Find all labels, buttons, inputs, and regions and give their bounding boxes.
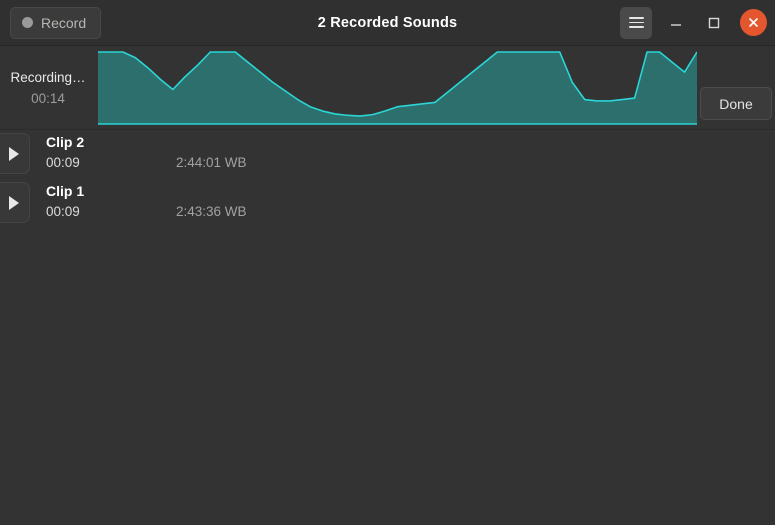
clip-duration: 00:09 [46, 155, 80, 170]
clip-name: Clip 2 [46, 134, 85, 150]
done-button-area: Done [697, 46, 775, 129]
clip-meta: 00:09 2:43:36 WB [46, 204, 775, 222]
waveform-fill [98, 52, 697, 124]
play-icon [8, 195, 19, 210]
waveform-visualizer [98, 46, 697, 129]
done-button[interactable]: Done [700, 87, 772, 120]
clip-list[interactable]: Clip 2 00:09 2:44:01 WB Clip 1 00:09 2:43:36 … [0, 130, 775, 525]
clip-details: Clip 1 00:09 2:43:36 WB [30, 179, 775, 222]
clip-timestamp: 2:43:36 WB [176, 204, 247, 219]
maximize-icon [708, 17, 720, 28]
clip-row[interactable]: Clip 2 00:09 2:44:01 WB [0, 130, 775, 179]
window-controls [620, 6, 767, 39]
play-icon [8, 146, 19, 161]
record-button[interactable]: Record [10, 6, 102, 39]
clip-duration: 00:09 [46, 204, 80, 219]
recording-info: Recording… 00:14 [0, 46, 98, 129]
recording-panel: Recording… 00:14 Done [0, 46, 775, 130]
clip-meta: 00:09 2:44:01 WB [46, 155, 775, 173]
sound-recorder-window: Record 2 Recorded Sounds Recording… 00:1… [0, 0, 775, 525]
close-icon [749, 18, 758, 27]
recording-status-label: Recording… [10, 69, 86, 85]
minimize-icon [671, 23, 681, 26]
waveform-chart [98, 51, 697, 125]
clip-details: Clip 2 00:09 2:44:01 WB [30, 130, 775, 173]
play-button[interactable] [0, 182, 30, 223]
close-button[interactable] [740, 9, 767, 36]
play-button[interactable] [0, 133, 30, 174]
record-dot-icon [22, 17, 33, 28]
maximize-button[interactable] [700, 9, 728, 37]
recording-timer: 00:14 [31, 90, 65, 106]
clip-timestamp: 2:44:01 WB [176, 155, 247, 170]
minimize-button[interactable] [662, 9, 690, 37]
hamburger-icon [628, 14, 644, 31]
title-bar: Record 2 Recorded Sounds [0, 0, 775, 46]
clip-name: Clip 1 [46, 183, 85, 199]
clip-row[interactable]: Clip 1 00:09 2:43:36 WB [0, 179, 775, 228]
hamburger-menu-button[interactable] [620, 6, 652, 39]
record-button-label: Record [41, 14, 87, 31]
